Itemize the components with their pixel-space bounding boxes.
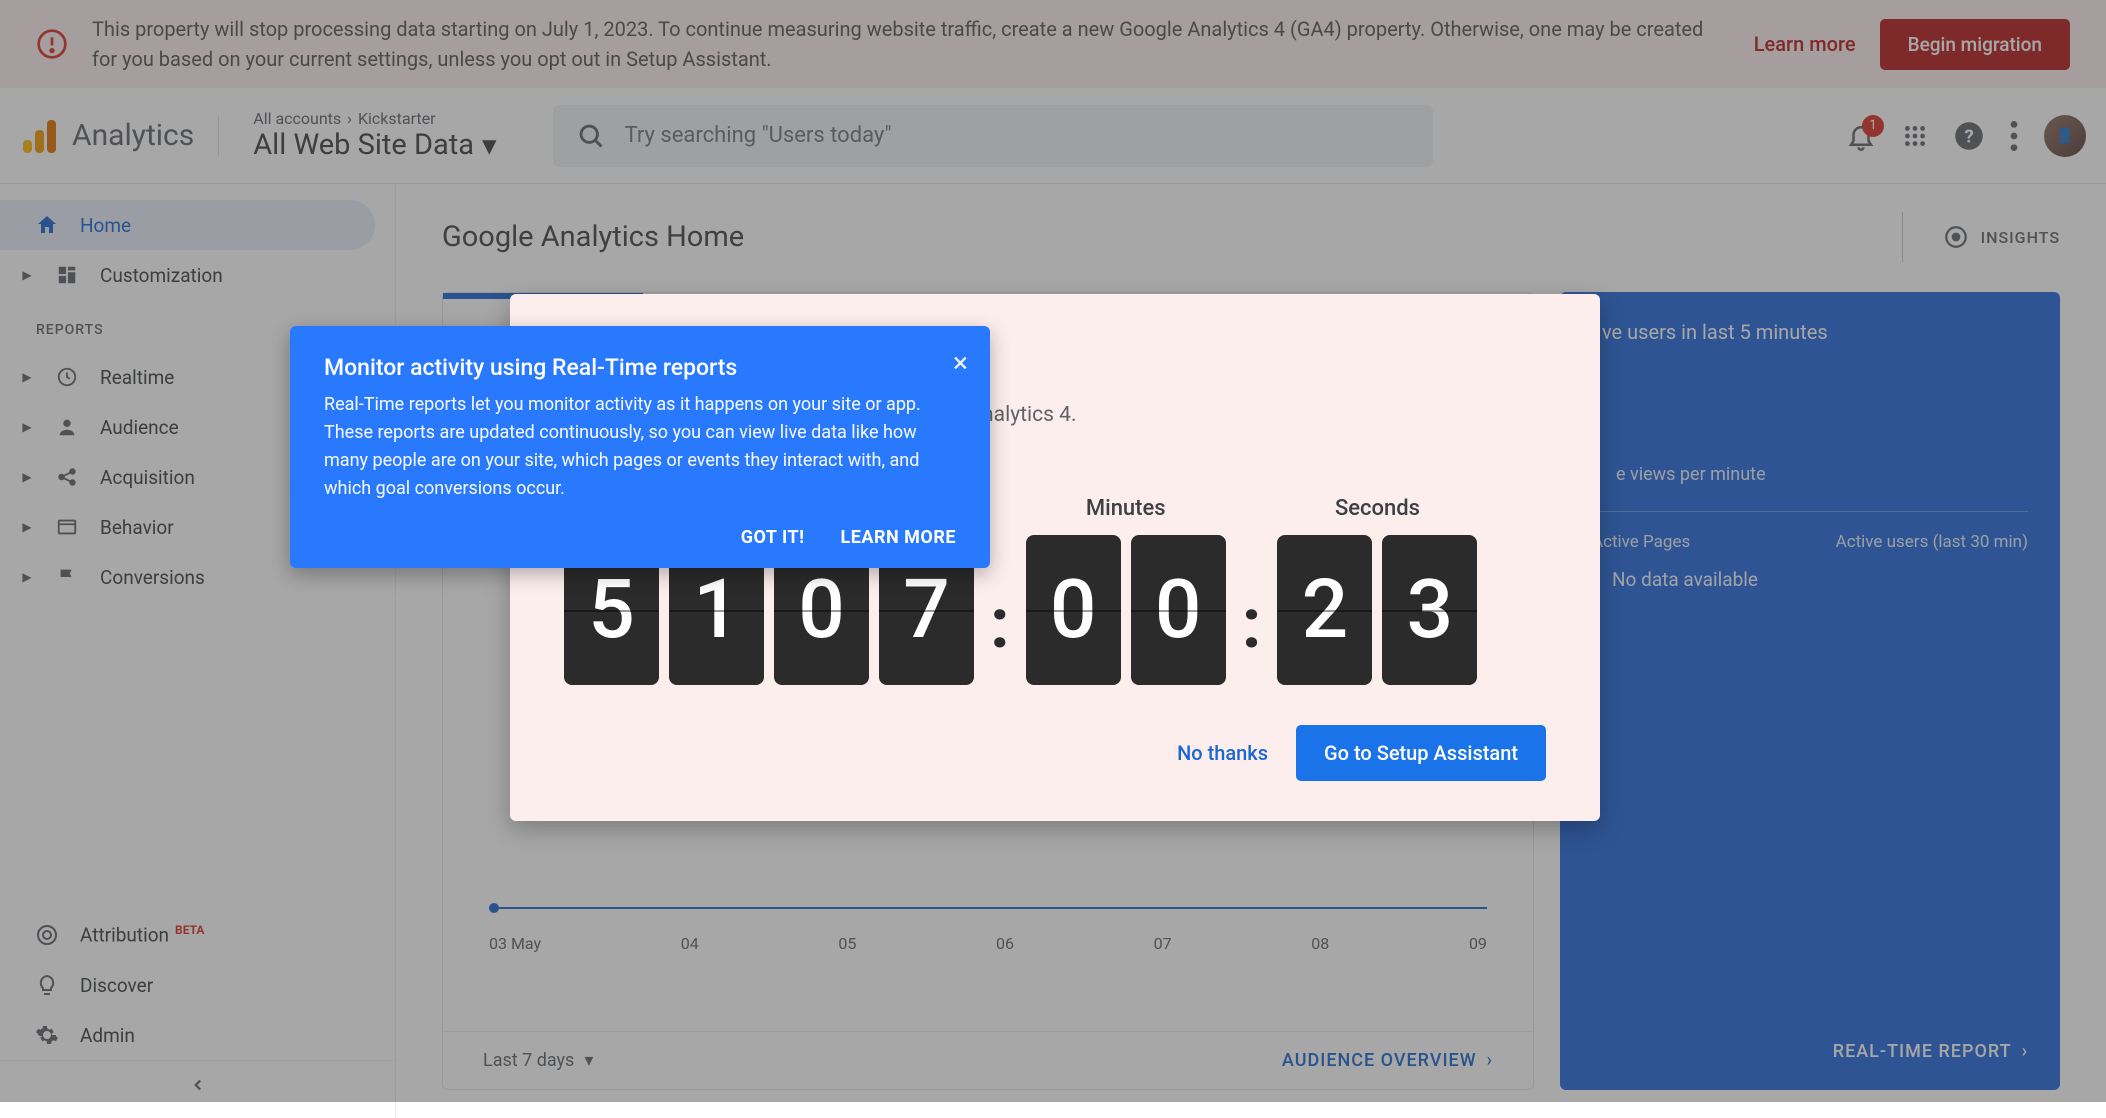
got-it-button[interactable]: GOT IT! — [741, 527, 805, 548]
coach-tooltip: × Monitor activity using Real-Time repor… — [290, 326, 990, 568]
go-setup-assistant-button[interactable]: Go to Setup Assistant — [1296, 725, 1546, 781]
tip-text: Real-Time reports let you monitor activi… — [324, 391, 956, 503]
close-icon[interactable]: × — [953, 346, 968, 379]
tip-title: Monitor activity using Real-Time reports — [324, 354, 956, 381]
no-thanks-button[interactable]: No thanks — [1177, 741, 1268, 765]
learn-more-button[interactable]: LEARN MORE — [841, 527, 957, 548]
